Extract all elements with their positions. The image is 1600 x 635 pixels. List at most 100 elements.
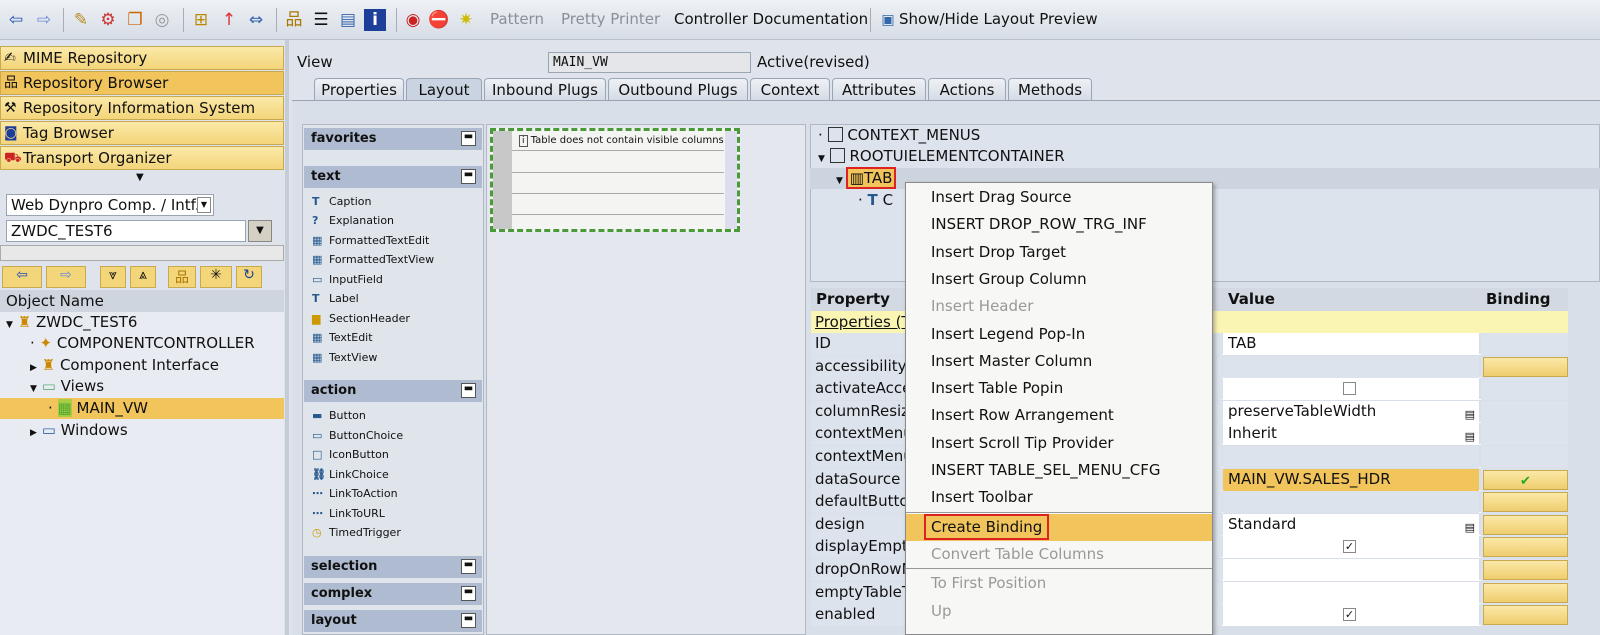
activate-icon[interactable]: ❐ (124, 9, 146, 31)
table-preview[interactable]: i Table does not contain visible columns (490, 128, 740, 232)
palette-section-action[interactable]: action ▬ (304, 380, 482, 402)
menu-item[interactable]: Insert Master Column (906, 348, 1212, 375)
display-change-icon[interactable]: ⚙ (97, 9, 119, 31)
stack-icon[interactable]: ☰ (310, 9, 332, 31)
nav-mime-repository[interactable]: ✍ MIME Repository (0, 46, 284, 70)
controller-documentation-button[interactable]: Controller Documentation (674, 10, 868, 28)
palette-section-layout[interactable]: layout ▬ (304, 610, 482, 632)
property-value-cell[interactable] (1223, 491, 1479, 514)
refresh-icon[interactable]: ↻ (236, 266, 262, 288)
hier-item-tab[interactable]: ▼ ▥TAB (836, 167, 897, 189)
checkbox[interactable] (1343, 382, 1356, 396)
dropdown-icon[interactable]: ▤ (1465, 426, 1475, 447)
tree-item-component[interactable]: ▼ ♜ ZWDC_TEST6 (6, 312, 137, 333)
tab-methods[interactable]: Methods (1008, 78, 1092, 101)
tab-attributes[interactable]: Attributes (832, 78, 926, 101)
object-type-select[interactable]: Web Dynpro Comp. / Intf. ▼ (6, 194, 214, 216)
object-name-input[interactable]: ZWDC_TEST6 (6, 220, 246, 242)
property-value-cell[interactable]: Inherit ▤ (1223, 423, 1479, 447)
edit-pencil-icon[interactable]: ✎ (70, 9, 92, 31)
binding-button[interactable] (1483, 492, 1568, 513)
hierarchy-icon[interactable]: ⊞ (190, 9, 212, 31)
tab-layout[interactable]: Layout (406, 78, 482, 101)
nav-transport-organizer[interactable]: ⛟ Transport Organizer (0, 146, 284, 170)
property-value-cell[interactable] (1223, 378, 1479, 401)
tab-inbound-plugs[interactable]: Inbound Plugs (484, 78, 606, 101)
menu-item[interactable]: Insert Legend Pop-In (906, 321, 1212, 348)
palette-section-complex[interactable]: complex ▬ (304, 583, 482, 605)
hier-item-context-menus[interactable]: · CONTEXT_MENUS (818, 125, 980, 146)
binding-button[interactable] (1483, 514, 1568, 535)
property-value-cell[interactable]: Standard ▤ (1223, 513, 1479, 538)
dropdown-icon[interactable]: ▤ (1465, 404, 1475, 425)
palette-item-linktoaction[interactable]: ⋯ LinkToAction (312, 485, 398, 503)
property-value-cell[interactable] (1223, 355, 1479, 378)
pointer-icon[interactable]: ↑ (218, 9, 240, 31)
stop-icon[interactable]: ⛔ (428, 9, 450, 31)
property-value-cell[interactable] (1223, 446, 1479, 468)
property-value-cell[interactable]: ✓ (1223, 604, 1479, 627)
wizard-icon[interactable]: ✷ (455, 9, 477, 31)
horizontal-scrollbar[interactable] (0, 245, 284, 261)
debug-icon[interactable]: ◉ (402, 9, 424, 31)
palette-item-formattedtextview[interactable]: ▦ FormattedTextView (312, 251, 434, 269)
binding-button[interactable] (1483, 560, 1568, 580)
palette-item-explanation[interactable]: ? Explanation (312, 212, 394, 230)
menu-item[interactable]: Insert Row Arrangement (906, 402, 1212, 429)
menu-item[interactable]: Create Binding (906, 513, 1212, 541)
tab-context[interactable]: Context (750, 78, 830, 101)
property-value-cell[interactable] (1223, 559, 1479, 581)
checkbox[interactable]: ✓ (1343, 540, 1356, 554)
palette-item-textview[interactable]: ▦ TextView (312, 349, 377, 367)
dropdown-icon[interactable]: ▤ (1465, 517, 1475, 538)
tab-actions[interactable]: Actions (928, 78, 1006, 101)
hierarchy-up-icon[interactable]: 品 (168, 266, 196, 288)
binding-button[interactable] (1483, 582, 1568, 603)
property-value-cell[interactable]: preserveTableWidth ▤ (1223, 400, 1479, 425)
tree-item-component-interface[interactable]: ▶ ♜ Component Interface (30, 355, 219, 376)
binding-button[interactable] (1483, 537, 1568, 558)
collapse-icon[interactable]: ▬ (461, 131, 476, 146)
expand-all-icon[interactable]: ⩔ (100, 266, 126, 288)
menu-item[interactable]: Insert Table Popin (906, 375, 1212, 402)
property-value-cell[interactable] (1223, 581, 1479, 604)
menu-item[interactable]: Insert Drop Target (906, 239, 1212, 266)
pattern-button[interactable]: Pattern (490, 10, 544, 28)
palette-item-iconbutton[interactable]: □ IconButton (312, 446, 389, 464)
hier-item-caption[interactable]: · T C (858, 190, 893, 211)
palette-item-inputfield[interactable]: ▭ InputField (312, 271, 383, 289)
forward-icon[interactable]: ⇨ (46, 266, 86, 288)
tree-item-main-vw[interactable]: · ▦ MAIN_VW (48, 398, 148, 419)
splitter[interactable] (285, 40, 289, 635)
checkbox[interactable]: ✓ (1343, 608, 1356, 622)
tab-properties[interactable]: Properties (314, 78, 404, 101)
table-scrollbar[interactable] (725, 131, 737, 229)
palette-item-linkchoice[interactable]: ⛓ LinkChoice (312, 466, 389, 484)
collapse-icon[interactable]: ▬ (461, 383, 476, 398)
tree-item-views[interactable]: ▼ ▭ Views (30, 376, 104, 397)
expand-nav-arrow-icon[interactable]: ▼ (136, 172, 144, 183)
info-icon[interactable]: i (364, 9, 386, 31)
back-arrow-icon[interactable]: ⇦ (5, 9, 27, 31)
palette-item-formattedtextedit[interactable]: ▦ FormattedTextEdit (312, 232, 429, 250)
nav-tag-browser[interactable]: ◙ Tag Browser (0, 121, 284, 145)
chevron-down-icon[interactable]: ▼ (197, 197, 211, 213)
palette-item-caption[interactable]: T Caption (312, 193, 371, 211)
object-list-icon[interactable]: 品 (283, 9, 305, 31)
palette-item-label[interactable]: T Label (312, 290, 359, 308)
collapse-icon[interactable]: ▬ (461, 586, 476, 601)
object-name-dropdown-button[interactable]: ▼ (248, 220, 272, 242)
palette-item-timedtrigger[interactable]: ◷ TimedTrigger (312, 524, 401, 542)
tree-item-componentcontroller[interactable]: · ✦ COMPONENTCONTROLLER (30, 333, 255, 354)
palette-item-linktourl[interactable]: ⋯ LinkToURL (312, 505, 385, 523)
binding-button[interactable] (1483, 605, 1568, 626)
tab-outbound-plugs[interactable]: Outbound Plugs (608, 78, 748, 101)
nav-repository-browser[interactable]: 品 Repository Browser (0, 71, 284, 95)
hier-item-rootuielementcontainer[interactable]: ▼ ROOTUIELEMENTCONTAINER (818, 146, 1065, 167)
menu-item[interactable]: Insert Group Column (906, 266, 1212, 293)
layout-icon[interactable]: ▤ (337, 9, 359, 31)
collapse-icon[interactable]: ▬ (461, 169, 476, 184)
forward-arrow-icon[interactable]: ⇨ (33, 9, 55, 31)
menu-item[interactable]: INSERT DROP_ROW_TRG_INF (906, 211, 1212, 238)
navigate-icon[interactable]: ⇔ (245, 9, 267, 31)
